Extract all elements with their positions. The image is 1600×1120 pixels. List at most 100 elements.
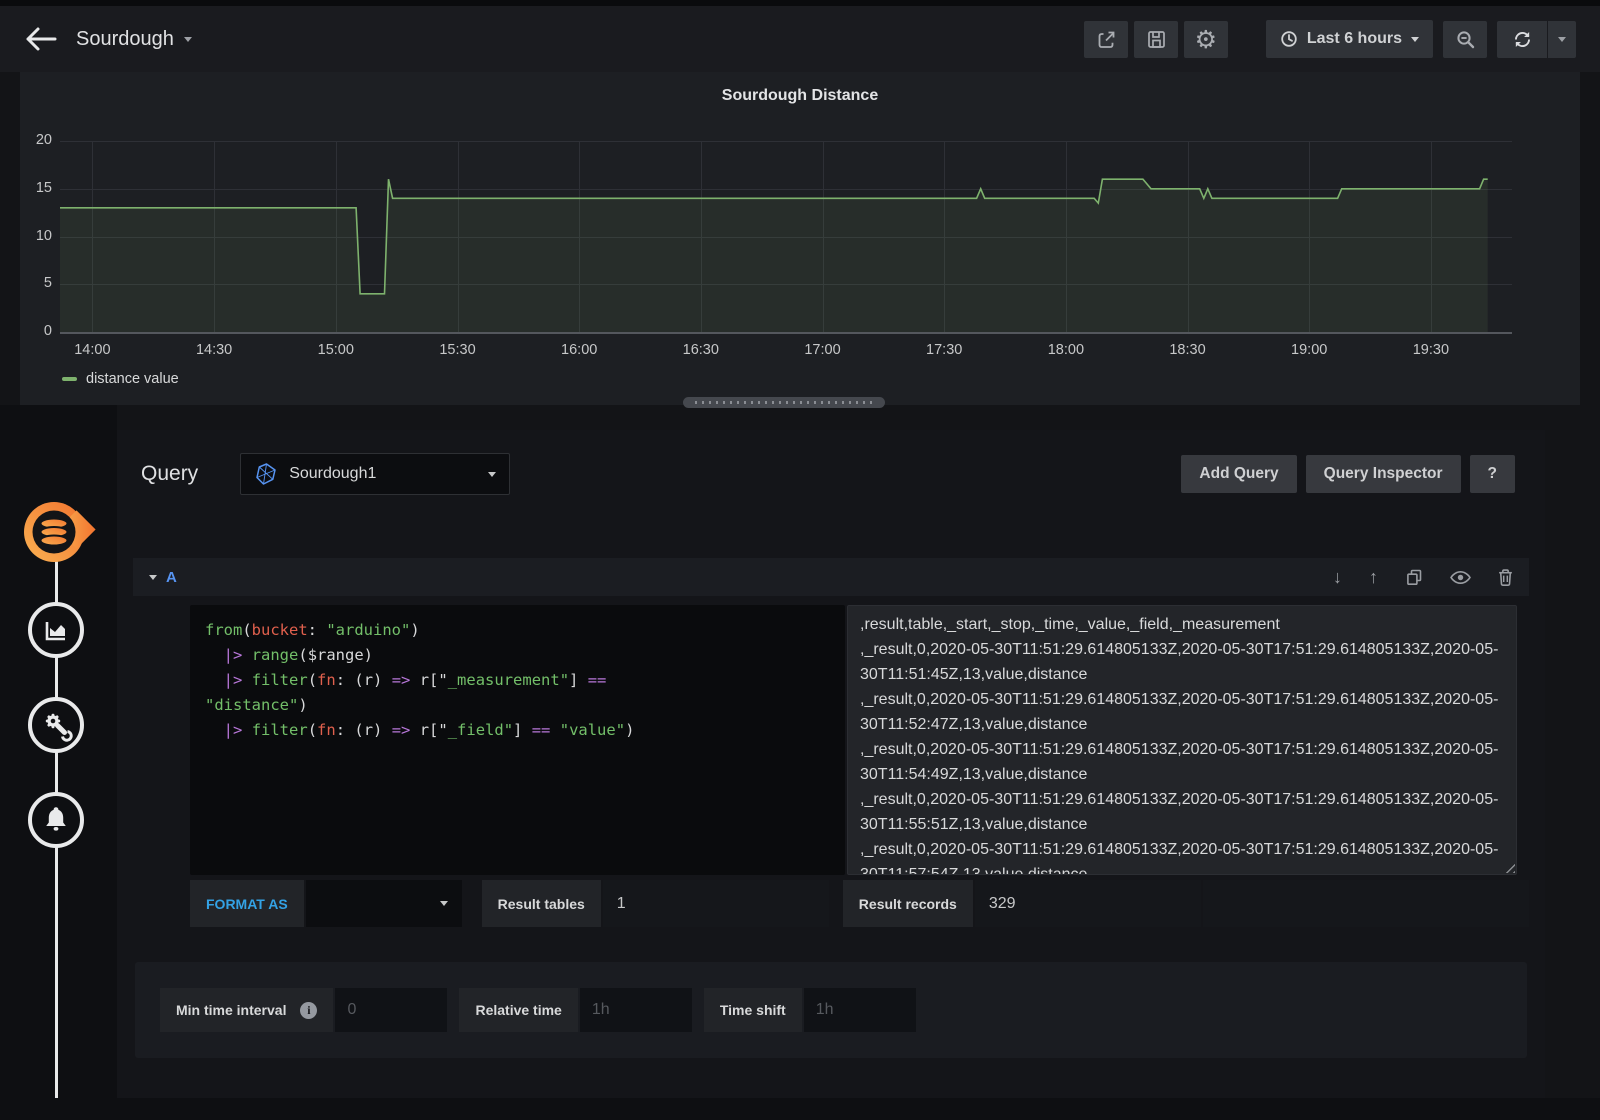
info-icon[interactable]: i <box>300 1002 317 1019</box>
code-line: |> range($range) <box>205 643 830 668</box>
move-query-down-button[interactable]: ↓ <box>1333 567 1342 588</box>
nav-actions: ⚙ Last 6 hours <box>1084 20 1576 58</box>
code-line: |> filter(fn: (r) => r["_field"] == "val… <box>205 718 830 743</box>
result-tables-value: 1 <box>603 880 829 927</box>
copy-icon <box>1405 568 1423 586</box>
window-bottom-strip <box>0 1098 1600 1120</box>
share-icon <box>1095 28 1117 50</box>
format-row-filler <box>1203 880 1529 927</box>
code-line: |> filter(fn: (r) => r["_measurement"] =… <box>205 668 830 693</box>
zoom-out-icon <box>1454 28 1476 50</box>
panel-resize-handle[interactable] <box>683 397 885 408</box>
back-button[interactable] <box>24 26 58 52</box>
area-chart-icon <box>40 614 72 646</box>
panel-title: Sourdough Distance <box>20 72 1580 105</box>
chevron-down-icon <box>1558 37 1566 42</box>
series-area-fill <box>60 179 1488 332</box>
top-nav: Sourdough <box>0 6 1600 72</box>
toggle-query-visibility-button[interactable] <box>1450 570 1471 585</box>
relative-time-input[interactable] <box>580 988 692 1032</box>
format-row: FORMAT AS Result tables 1 Result records… <box>133 880 1529 927</box>
gear-icon: ⚙ <box>1195 27 1217 52</box>
time-shift-input[interactable] <box>804 988 916 1032</box>
query-editor-region: Query Sourdough1 Add Query Query Inspect… <box>117 430 1545 1098</box>
datasource-name: Sourdough1 <box>289 465 376 483</box>
code-line: from(bucket: "arduino") <box>205 618 830 643</box>
query-heading: Query <box>141 462 198 486</box>
chevron-down-icon <box>184 37 192 42</box>
chevron-down-icon <box>488 472 496 477</box>
query-inspector-button[interactable]: Query Inspector <box>1306 455 1461 493</box>
move-query-up-button[interactable]: ↑ <box>1369 567 1378 588</box>
clock-icon <box>1280 30 1298 48</box>
query-header: Query Sourdough1 Add Query Query Inspect… <box>117 430 1545 518</box>
y-axis-tick-label: 10 <box>20 228 52 244</box>
code-line: "distance") <box>205 693 830 718</box>
zoom-out-button[interactable] <box>1443 21 1487 58</box>
time-shift-group: Time shift <box>704 988 916 1032</box>
min-time-interval-group: Min time interval i <box>160 988 447 1032</box>
share-button[interactable] <box>1084 21 1128 58</box>
chevron-down-icon <box>1411 37 1419 42</box>
format-as-label: FORMAT AS <box>190 880 304 927</box>
refresh-split-button <box>1497 21 1576 58</box>
dashboard-settings-button[interactable]: ⚙ <box>1184 21 1228 58</box>
gear-wrench-icon <box>39 708 73 742</box>
legend-label: distance value <box>86 371 179 387</box>
relative-time-group: Relative time <box>459 988 691 1032</box>
refresh-interval-dropdown[interactable] <box>1548 21 1576 58</box>
dashboard-title: Sourdough <box>76 28 174 51</box>
time-range-picker[interactable]: Last 6 hours <box>1266 20 1433 58</box>
save-button[interactable] <box>1134 21 1178 58</box>
x-axis-tick-label: 18:30 <box>1169 342 1205 358</box>
tab-queries[interactable] <box>20 498 98 566</box>
y-axis-tick-label: 5 <box>20 275 52 291</box>
x-axis-tick-label: 16:30 <box>683 342 719 358</box>
query-row-actions: ↓ ↑ <box>1333 567 1513 588</box>
y-axis-tick-label: 15 <box>20 180 52 196</box>
query-result-textarea[interactable] <box>847 605 1517 875</box>
duplicate-query-button[interactable] <box>1405 568 1423 586</box>
min-time-interval-label: Min time interval i <box>160 988 333 1032</box>
x-axis-tick-label: 17:30 <box>926 342 962 358</box>
help-button[interactable]: ? <box>1470 455 1515 493</box>
x-axis-tick-label: 16:00 <box>561 342 597 358</box>
datasource-picker[interactable]: Sourdough1 <box>240 453 510 495</box>
x-axis-labels: 14:0014:3015:0015:3016:0016:3017:0017:30… <box>60 342 1512 362</box>
query-result-wrap <box>847 605 1517 875</box>
result-records-label: Result records <box>843 880 973 927</box>
result-records-value: 329 <box>975 880 1201 927</box>
refresh-button[interactable] <box>1497 21 1547 58</box>
relative-time-label: Relative time <box>459 988 577 1032</box>
flux-query-editor[interactable]: from(bucket: "arduino") |> range($range)… <box>190 605 845 875</box>
query-ref-id: A <box>166 569 177 586</box>
database-icon <box>20 498 98 566</box>
x-axis-tick-label: 15:00 <box>318 342 354 358</box>
query-row-body: from(bucket: "arduino") |> range($range)… <box>133 605 1529 875</box>
trash-icon <box>1498 569 1513 586</box>
plot-area[interactable] <box>60 141 1512 332</box>
time-shift-label: Time shift <box>704 988 802 1032</box>
query-row-header[interactable]: A ↓ ↑ <box>133 558 1529 596</box>
grafana-app: Sourdough <box>0 0 1600 1120</box>
format-as-select[interactable] <box>306 880 462 927</box>
tab-visualization[interactable] <box>28 602 84 658</box>
delete-query-button[interactable] <box>1498 569 1513 586</box>
query-options-panel: Min time interval i Relative time Time s… <box>135 962 1527 1058</box>
arrow-down-icon: ↓ <box>1333 567 1342 588</box>
tab-general[interactable] <box>28 697 84 753</box>
eye-icon <box>1450 570 1471 585</box>
chart-panel: Sourdough Distance 05101520 14:0014:3015… <box>20 72 1580 405</box>
add-query-button[interactable]: Add Query <box>1181 455 1296 493</box>
x-axis-tick-label: 19:00 <box>1291 342 1327 358</box>
legend-item[interactable]: distance value <box>62 371 179 387</box>
min-time-interval-input[interactable] <box>335 988 447 1032</box>
x-axis-tick-label: 14:00 <box>74 342 110 358</box>
tab-alert[interactable] <box>28 792 84 848</box>
dashboard-title-menu[interactable]: Sourdough <box>76 28 192 51</box>
refresh-icon <box>1512 29 1533 50</box>
influxdb-icon <box>254 462 278 486</box>
panel-editor-rail <box>0 405 117 1120</box>
legend-swatch <box>62 377 77 381</box>
x-axis-tick-label: 15:30 <box>439 342 475 358</box>
